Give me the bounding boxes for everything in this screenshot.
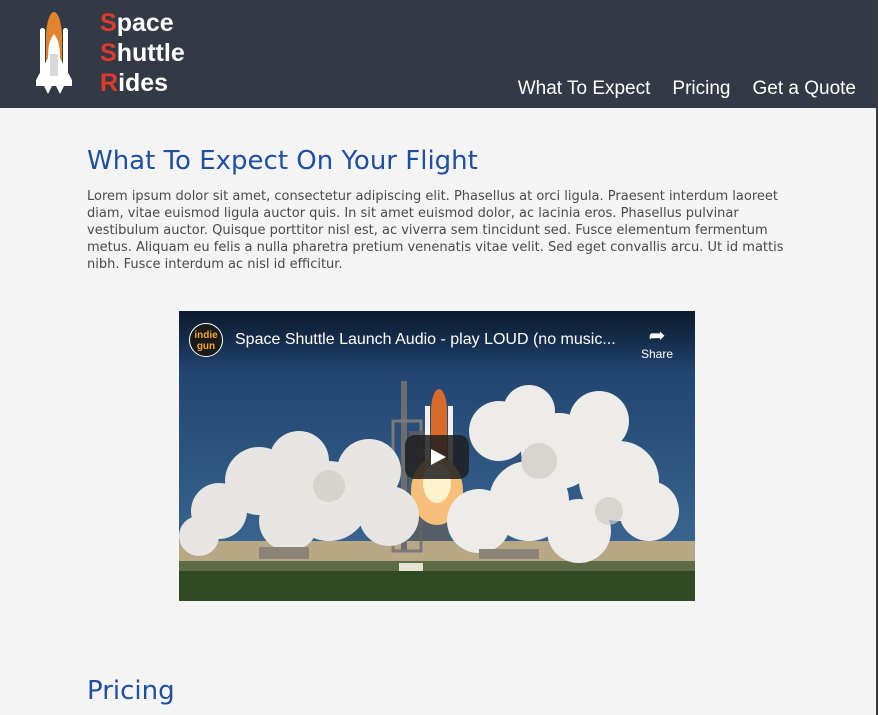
space-shuttle-logo-icon — [36, 12, 72, 94]
nav-link-pricing[interactable]: Pricing — [672, 78, 730, 100]
brand-cap-1: S — [100, 9, 117, 37]
channel-avatar-line1: indie — [194, 330, 218, 341]
brand-cap-2: S — [100, 39, 117, 67]
nav-link-get-a-quote[interactable]: Get a Quote — [752, 78, 856, 100]
play-icon — [431, 449, 446, 465]
site-header: Space Shuttle Rides What To Expect Prici… — [0, 0, 876, 108]
play-button[interactable] — [405, 435, 469, 479]
brand-rest-1: pace — [116, 9, 174, 37]
video-embed[interactable]: indie gun Space Shuttle Launch Audio - p… — [179, 311, 695, 601]
channel-avatar[interactable]: indie gun — [189, 323, 223, 357]
share-arrow-icon: ➦ — [648, 325, 666, 347]
video-title-bar: indie gun Space Shuttle Launch Audio - p… — [179, 311, 695, 373]
main-nav: What To Expect Pricing Get a Quote — [518, 78, 856, 100]
brand-rest-3: ides — [118, 69, 169, 97]
expect-intro-text: Lorem ipsum dolor sit amet, consectetur … — [87, 189, 784, 272]
brand-wordmark[interactable]: Space Shuttle Rides — [100, 8, 185, 98]
share-label: Share — [640, 347, 673, 361]
brand-cap-3: R — [100, 69, 119, 97]
pricing-section-title: Pricing — [87, 676, 175, 706]
channel-avatar-line2: gun — [196, 341, 216, 352]
share-button[interactable]: ➦ Share — [641, 325, 673, 361]
expect-section-title: What To Expect On Your Flight — [87, 146, 478, 176]
video-title[interactable]: Space Shuttle Launch Audio - play LOUD (… — [235, 331, 616, 349]
brand-rest-2: huttle — [116, 39, 185, 67]
nav-link-what-to-expect[interactable]: What To Expect — [518, 78, 651, 100]
